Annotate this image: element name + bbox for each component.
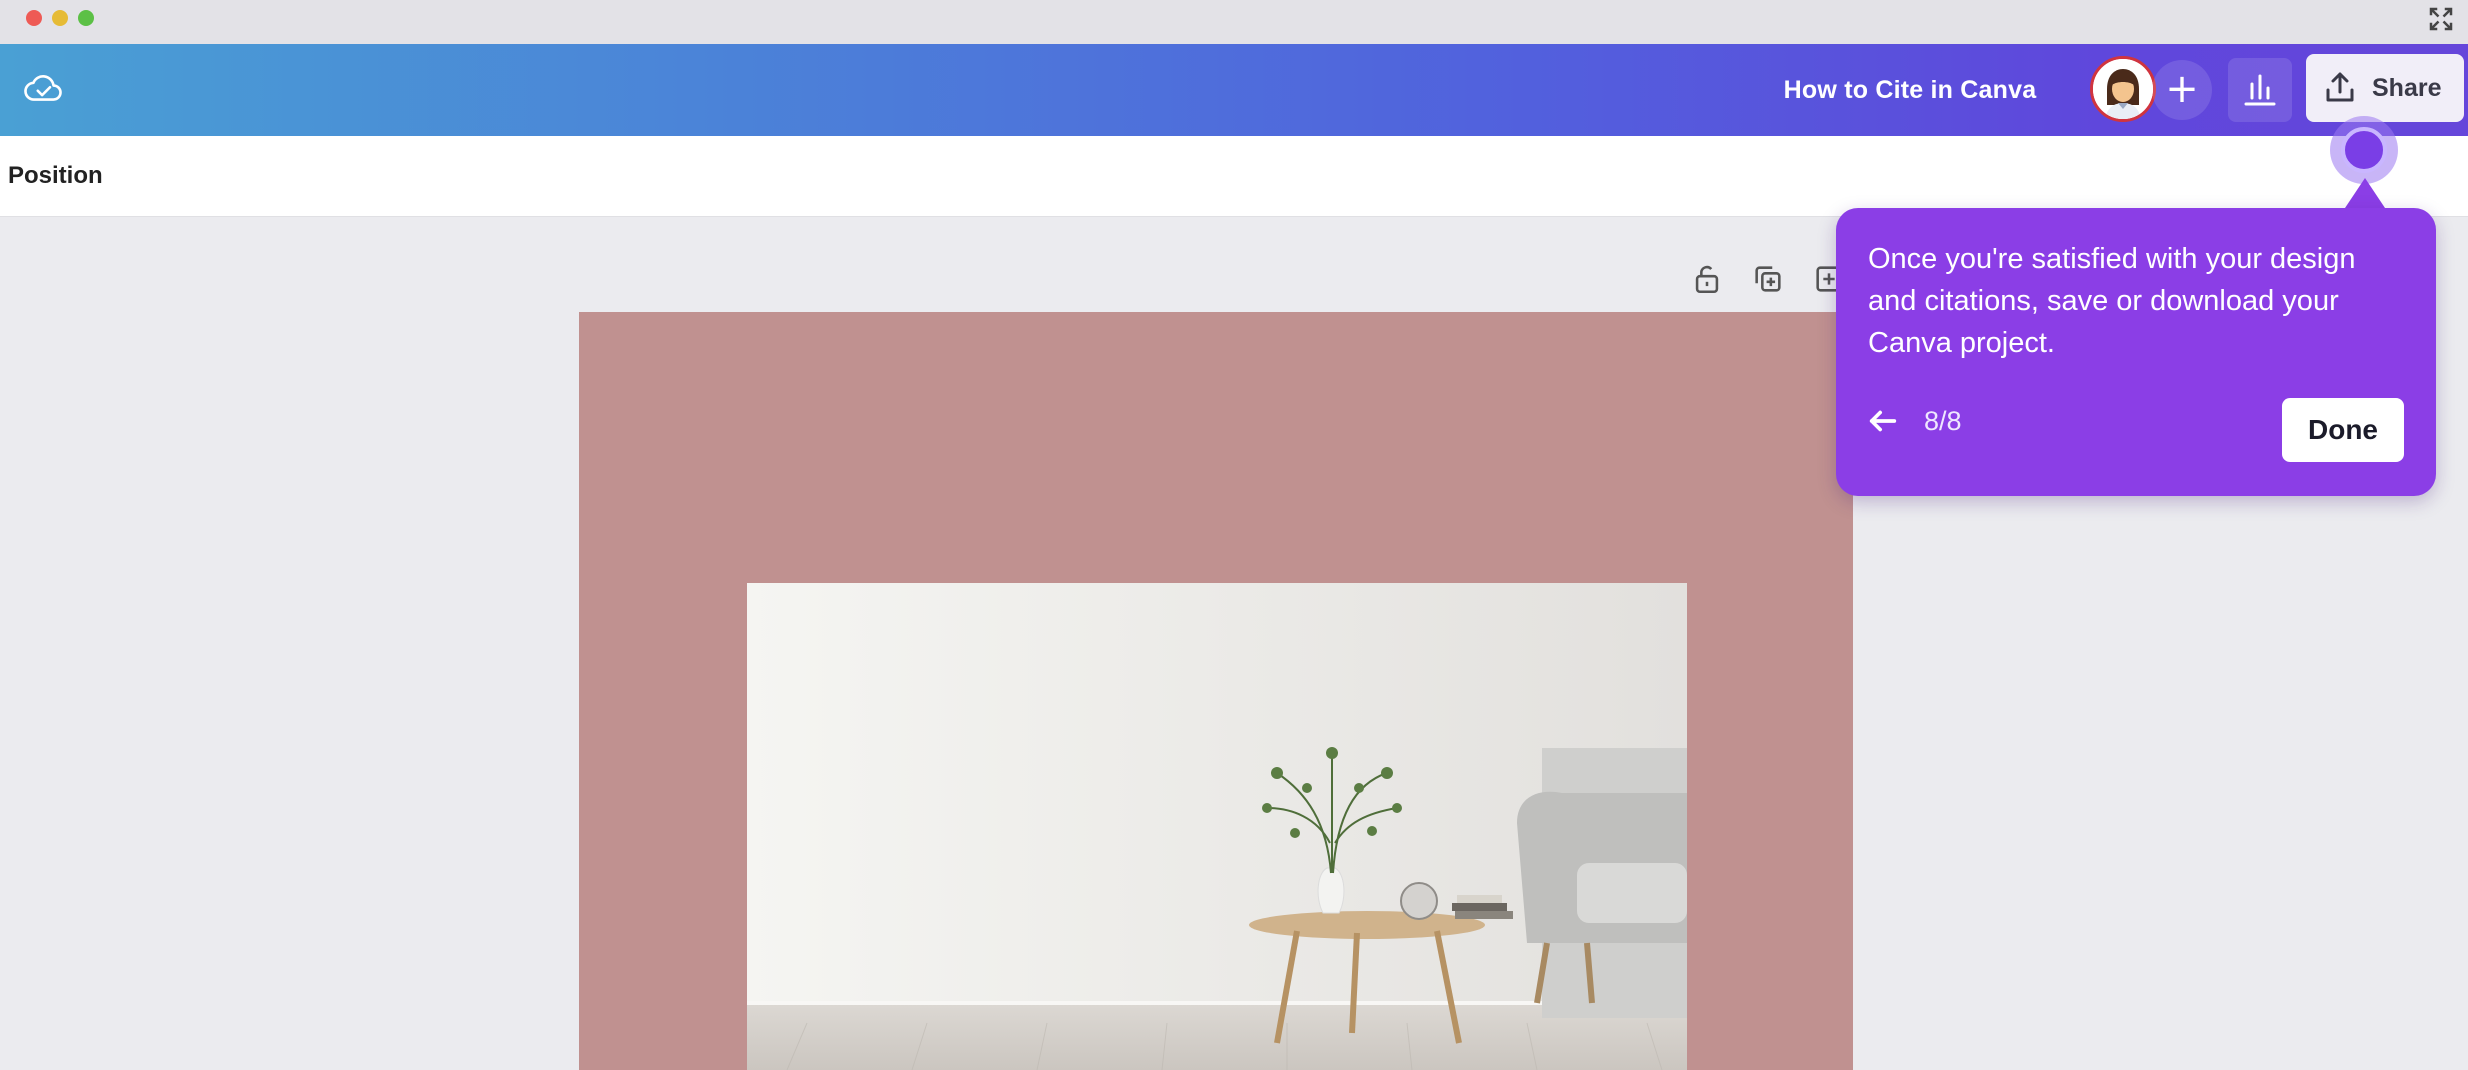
tooltip-message: Once you're satisfied with your design a… — [1868, 243, 2356, 359]
add-collaborator-button[interactable]: + — [2152, 60, 2212, 120]
context-toolbar: Position — [0, 136, 2468, 217]
bar-chart-icon — [2244, 74, 2276, 106]
unlock-icon[interactable] — [1690, 262, 1724, 296]
tooltip-arrow — [2345, 178, 2385, 208]
insights-button[interactable] — [2228, 58, 2292, 122]
share-button[interactable]: Share — [2306, 54, 2464, 122]
user-avatar[interactable] — [2090, 56, 2156, 122]
minimize-window-button[interactable] — [52, 10, 68, 26]
living-room-photo[interactable] — [747, 583, 1687, 1070]
upload-icon — [2326, 72, 2354, 102]
step-counter: 8/8 — [1924, 406, 1962, 436]
duplicate-icon[interactable] — [1751, 262, 1785, 296]
design-page[interactable] — [579, 312, 1853, 1070]
plus-icon: + — [2165, 66, 2199, 112]
arrow-left-icon[interactable] — [1866, 404, 1900, 438]
window-titlebar — [0, 0, 2468, 45]
expand-icon[interactable] — [2426, 4, 2456, 34]
share-label: Share — [2372, 74, 2442, 102]
hotspot-indicator — [2341, 127, 2387, 173]
position-button[interactable]: Position — [8, 136, 103, 216]
tutorial-tooltip: Once you're satisfied with your design a… — [1836, 208, 2436, 496]
close-window-button[interactable] — [26, 10, 42, 26]
maximize-window-button[interactable] — [78, 10, 94, 26]
done-button[interactable]: Done — [2282, 398, 2404, 462]
document-title[interactable]: How to Cite in Canva — [1760, 72, 2060, 108]
editor-header: How to Cite in Canva + Share — [0, 44, 2468, 136]
cloud-check-icon[interactable] — [22, 68, 64, 110]
